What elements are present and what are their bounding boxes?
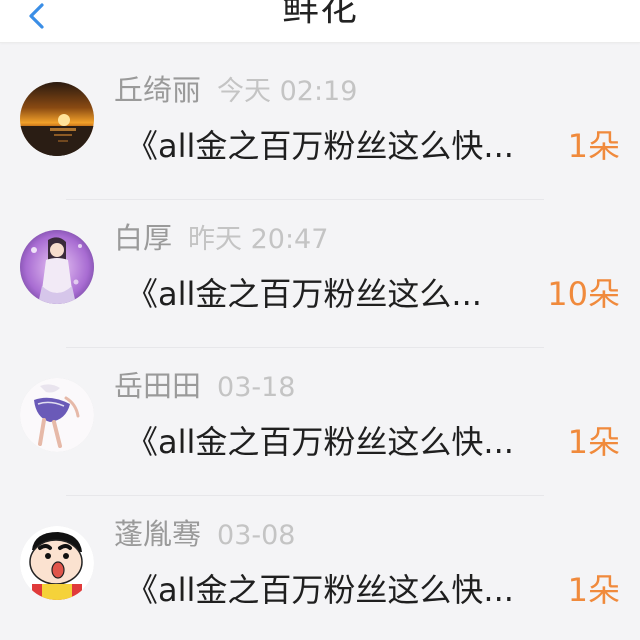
sender-name: 蓬胤骞: [114, 517, 202, 551]
list-item[interactable]: 蓬胤骞 03-08 《all金之百万粉丝这么快... 1朵: [0, 496, 640, 640]
timestamp: 今天 02:19: [217, 76, 358, 107]
gift-list: 丘绮丽 今天 02:19 《all金之百万粉丝这么快... 1朵 白厚 昨天 2…: [0, 52, 640, 640]
name-row: 岳田田 03-18: [114, 364, 295, 410]
timestamp: 03-18: [217, 372, 296, 403]
flower-count: 10朵: [547, 275, 620, 313]
avatar[interactable]: [20, 82, 94, 156]
list-item[interactable]: 岳田田 03-18 《all金之百万粉丝这么快... 1朵: [0, 348, 640, 496]
page-title: 鲜花: [282, 0, 358, 29]
girl-portrait-avatar-icon: [20, 230, 94, 304]
message-preview: 《all金之百万粉丝这么...: [126, 275, 482, 313]
sunset-avatar-icon: [20, 82, 94, 156]
flower-count: 1朵: [567, 127, 620, 165]
nav-bar: 鲜花: [0, 0, 640, 43]
timestamp: 03-08: [217, 520, 296, 551]
sender-name: 丘绮丽: [114, 73, 202, 107]
list-item[interactable]: 丘绮丽 今天 02:19 《all金之百万粉丝这么快... 1朵: [0, 52, 640, 200]
message-preview: 《all金之百万粉丝这么快...: [126, 423, 514, 461]
avatar[interactable]: [20, 526, 94, 600]
sender-name: 岳田田: [114, 369, 202, 403]
message-preview: 《all金之百万粉丝这么快...: [126, 127, 514, 165]
name-row: 丘绮丽 今天 02:19: [114, 68, 357, 114]
sketch-girl-avatar-icon: [20, 378, 94, 452]
avatar[interactable]: [20, 378, 94, 452]
cartoon-boy-avatar-icon: [20, 526, 94, 600]
flower-count: 1朵: [567, 571, 620, 609]
message-preview: 《all金之百万粉丝这么快...: [126, 571, 514, 609]
name-row: 白厚 昨天 20:47: [114, 216, 328, 262]
flower-gift-page: 鲜花 丘绮丽 今天 02:19 《all金之百万粉丝这么快... 1朵 白厚 昨…: [0, 0, 640, 640]
sender-name: 白厚: [114, 221, 173, 255]
list-item[interactable]: 白厚 昨天 20:47 《all金之百万粉丝这么... 10朵: [0, 200, 640, 348]
flower-count: 1朵: [567, 423, 620, 461]
name-row: 蓬胤骞 03-08: [114, 512, 295, 558]
avatar[interactable]: [20, 230, 94, 304]
timestamp: 昨天 20:47: [188, 224, 329, 255]
